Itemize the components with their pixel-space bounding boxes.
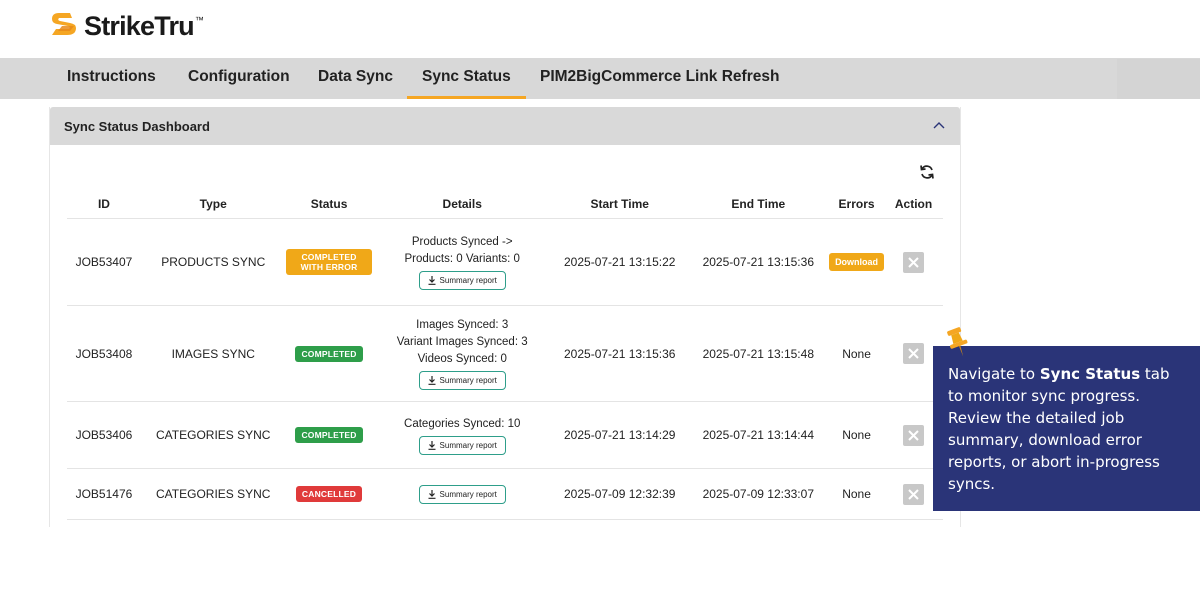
col-details: Details: [372, 190, 552, 219]
sync-status-panel: Sync Status Dashboard ID Type Status Det…: [49, 107, 961, 527]
tab-instructions[interactable]: Instructions: [67, 58, 156, 99]
job-id: JOB53407: [67, 218, 141, 306]
end-time: 2025-07-21 13:15:48: [687, 305, 830, 402]
abort-button[interactable]: [903, 343, 925, 364]
status-badge: COMPLETED WITH ERROR: [285, 249, 373, 275]
col-end-time: End Time: [687, 190, 830, 219]
summary-report-button[interactable]: Summary report: [418, 371, 506, 390]
summary-report-label: Summary report: [439, 440, 497, 450]
details-line: Variant Images Synced: 3: [396, 336, 528, 348]
end-time: 2025-07-09 12:33:07: [687, 468, 830, 520]
table-row: JOB51476 CATEGORIES SYNC CANCELLED Summa…: [67, 468, 943, 520]
striketru-logo: StrikeTru™: [48, 8, 204, 44]
tab-data-sync[interactable]: Data Sync: [318, 58, 393, 99]
col-id: ID: [67, 190, 141, 219]
job-details: Summary report: [372, 468, 552, 520]
job-type: PRODUCTS SYNC: [140, 218, 286, 306]
status-badge: CANCELLED: [295, 486, 363, 502]
tab-bar-extension: [1117, 59, 1200, 99]
table-row: JOB53407 PRODUCTS SYNC COMPLETED WITH ER…: [67, 218, 943, 306]
job-type: CATEGORIES SYNC: [140, 468, 286, 520]
close-icon: [908, 488, 919, 500]
details-line: Images Synced: 3: [416, 319, 509, 331]
start-time: 2025-07-21 13:15:22: [551, 218, 688, 306]
job-details: Images Synced: 3 Variant Images Synced: …: [372, 305, 552, 402]
table-header-row: ID Type Status Details Start Time End Ti…: [67, 190, 943, 219]
tab-bar: Instructions Configuration Data Sync Syn…: [0, 58, 1117, 99]
job-type: IMAGES SYNC: [140, 305, 286, 402]
download-icon: [428, 276, 436, 285]
start-time: 2025-07-21 13:15:36: [551, 305, 688, 402]
close-icon: [908, 256, 919, 268]
col-start-time: Start Time: [551, 190, 688, 219]
col-status: Status: [285, 190, 373, 219]
job-id: JOB53406: [67, 401, 141, 469]
summary-report-button[interactable]: Summary report: [418, 271, 506, 290]
striketru-logo-icon: [52, 13, 76, 35]
start-time: 2025-07-09 12:32:39: [551, 468, 688, 520]
col-errors: Errors: [829, 190, 885, 219]
download-icon: [428, 489, 436, 499]
panel-title: Sync Status Dashboard: [64, 119, 210, 134]
job-id: JOB53408: [67, 305, 141, 402]
abort-button[interactable]: [903, 251, 925, 273]
callout-text: Navigate to Sync Status tab to monitor s…: [948, 365, 1170, 493]
callout-bold: Sync Status: [1039, 365, 1141, 383]
job-details: Products Synced -> Products: 0 Variants:…: [372, 218, 552, 306]
details-line: Products: 0 Variants: 0: [404, 253, 520, 265]
pushpin-icon: [947, 327, 968, 357]
details-line: Products Synced ->: [411, 236, 513, 248]
errors-value: None: [829, 305, 885, 402]
errors-value: None: [829, 468, 885, 520]
col-type: Type: [140, 190, 286, 219]
refresh-icon[interactable]: [918, 163, 936, 181]
tab-link-refresh[interactable]: PIM2BigCommerce Link Refresh: [540, 58, 779, 99]
download-errors-button[interactable]: Download: [829, 253, 885, 271]
tab-configuration[interactable]: Configuration: [188, 58, 290, 99]
status-badge: COMPLETED: [295, 427, 363, 443]
status-badge: COMPLETED: [295, 345, 363, 362]
job-id: JOB51476: [67, 468, 141, 520]
tooltip-callout: Navigate to Sync Status tab to monitor s…: [933, 346, 1200, 511]
summary-report-label: Summary report: [439, 276, 497, 285]
summary-report-button[interactable]: Summary report: [418, 435, 506, 455]
details-line: Categories Synced: 10: [404, 417, 521, 430]
start-time: 2025-07-21 13:14:29: [551, 401, 688, 469]
details-line: Videos Synced: 0: [417, 353, 507, 365]
sync-jobs-table: ID Type Status Details Start Time End Ti…: [67, 190, 943, 520]
job-type: CATEGORIES SYNC: [140, 401, 286, 469]
abort-button[interactable]: [903, 483, 925, 505]
table-row: JOB53408 IMAGES SYNC COMPLETED Images Sy…: [67, 305, 943, 402]
close-icon: [908, 429, 919, 441]
summary-report-label: Summary report: [439, 376, 497, 385]
col-action: Action: [884, 190, 943, 219]
end-time: 2025-07-21 13:15:36: [687, 218, 830, 306]
abort-button[interactable]: [903, 424, 925, 446]
panel-header[interactable]: Sync Status Dashboard: [50, 107, 960, 145]
summary-report-button[interactable]: Summary report: [418, 484, 506, 504]
end-time: 2025-07-21 13:14:44: [687, 401, 830, 469]
close-icon: [908, 348, 919, 359]
job-details: Categories Synced: 10 Summary report: [372, 401, 552, 469]
download-icon: [428, 376, 436, 385]
tab-sync-status[interactable]: Sync Status: [407, 58, 526, 99]
errors-value: None: [829, 401, 885, 469]
chevron-up-icon[interactable]: [932, 119, 946, 133]
table-row: JOB53406 CATEGORIES SYNC COMPLETED Categ…: [67, 401, 943, 469]
logo-wordmark: StrikeTru™: [84, 10, 204, 41]
download-icon: [428, 440, 436, 450]
summary-report-label: Summary report: [439, 489, 497, 499]
